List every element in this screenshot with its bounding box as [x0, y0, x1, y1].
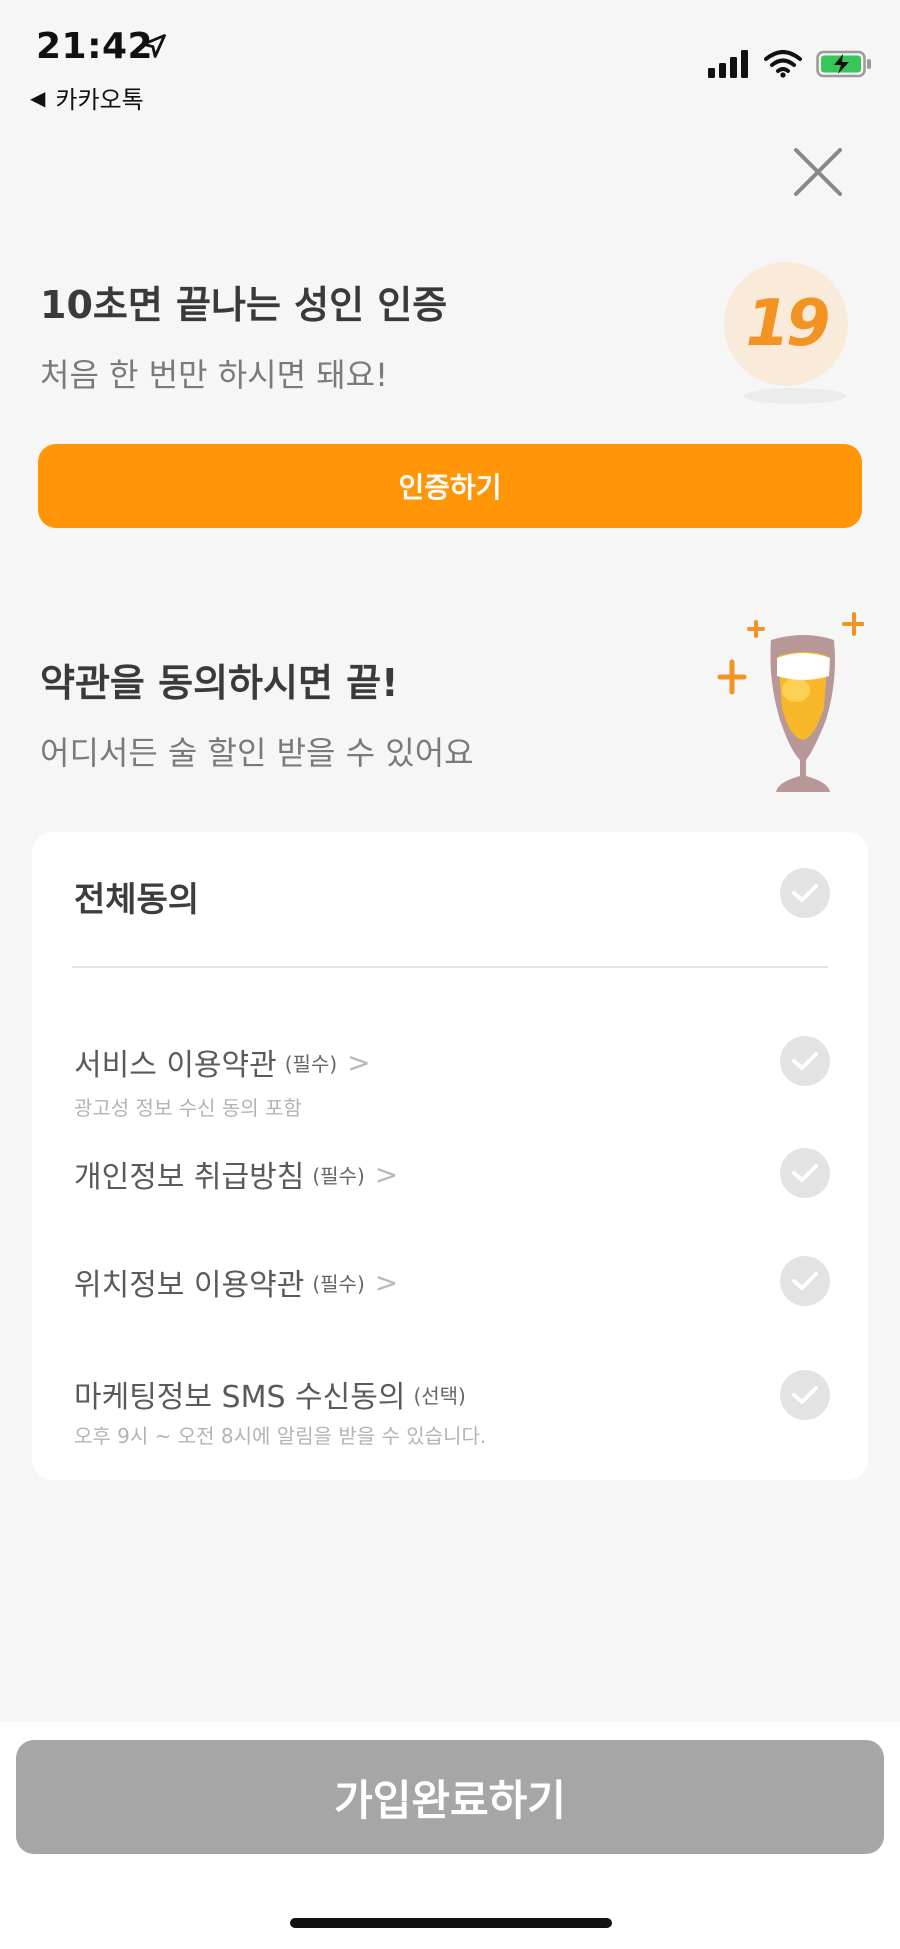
term-item-tag: (필수): [284, 1051, 338, 1076]
term-service-checkbox[interactable]: [780, 1036, 830, 1086]
checkmark-icon: [792, 1386, 818, 1404]
checkmark-icon: [792, 884, 818, 902]
close-icon[interactable]: [792, 146, 844, 198]
screen: 21:42 ◀ 카카오톡 10초면 끝나는 성인 인증 처음 한 번만 하시면 …: [0, 0, 900, 1949]
term-item-tag: (필수): [312, 1271, 365, 1296]
submit-button[interactable]: 가입완료하기: [16, 1740, 884, 1854]
checkmark-icon: [792, 1052, 818, 1070]
term-item-label: 개인정보 취급방침: [74, 1160, 305, 1195]
divider: [72, 966, 828, 968]
agree-all-checkbox[interactable]: [780, 868, 830, 918]
beer-glass-icon: [717, 612, 864, 792]
badge-19-text: 19: [745, 287, 830, 361]
terms-subtitle: 어디서든 술 할인 받을 수 있어요: [40, 734, 474, 772]
chevron-right-icon: >: [374, 1265, 399, 1299]
term-item-tag: (선택): [413, 1383, 466, 1408]
back-to-app-link[interactable]: ◀ 카카오톡: [30, 80, 144, 115]
verify-title: 10초면 끝나는 성인 인증: [40, 283, 448, 327]
term-marketing-checkbox[interactable]: [780, 1370, 830, 1420]
status-icons: [708, 50, 872, 78]
wifi-icon: [764, 50, 802, 78]
checkmark-icon: [792, 1272, 818, 1290]
checkmark-icon: [792, 1164, 818, 1182]
chevron-right-icon: >: [374, 1157, 399, 1191]
agree-all-label[interactable]: 전체동의: [74, 872, 199, 921]
term-item-note: 오후 9시 ~ 오전 8시에 알림을 받을 수 있습니다.: [74, 1424, 487, 1448]
home-indicator: [290, 1918, 612, 1928]
verify-subtitle: 처음 한 번만 하시면 돼요!: [40, 356, 388, 394]
term-item-service[interactable]: 서비스 이용약관 (필수) >: [74, 1040, 371, 1084]
term-item-note: 광고성 정보 수신 동의 포함: [74, 1096, 302, 1120]
location-arrow-icon: [142, 34, 166, 58]
battery-charging-icon: [816, 50, 871, 78]
term-location-checkbox[interactable]: [780, 1256, 830, 1306]
term-item-label: 마케팅정보 SMS 수신동의: [74, 1380, 406, 1415]
status-time: 21:42: [36, 26, 154, 67]
terms-title: 약관을 동의하시면 끝!: [40, 661, 399, 705]
back-triangle-icon: ◀: [30, 85, 46, 110]
cellular-signal-icon: [708, 50, 748, 78]
term-privacy-checkbox[interactable]: [780, 1148, 830, 1198]
chevron-right-icon: >: [347, 1045, 371, 1079]
term-item-location[interactable]: 위치정보 이용약관 (필수) >: [74, 1260, 398, 1304]
term-item-label: 서비스 이용약관: [74, 1048, 277, 1083]
term-item-marketing[interactable]: 마케팅정보 SMS 수신동의 (선택): [74, 1372, 466, 1416]
verify-button[interactable]: 인증하기: [38, 444, 862, 528]
term-item-label: 위치정보 이용약관: [74, 1268, 305, 1303]
term-item-privacy[interactable]: 개인정보 취급방침 (필수) >: [74, 1152, 398, 1196]
term-item-tag: (필수): [312, 1163, 365, 1188]
badge-shadow: [744, 388, 846, 404]
back-app-label: 카카오톡: [55, 86, 144, 114]
